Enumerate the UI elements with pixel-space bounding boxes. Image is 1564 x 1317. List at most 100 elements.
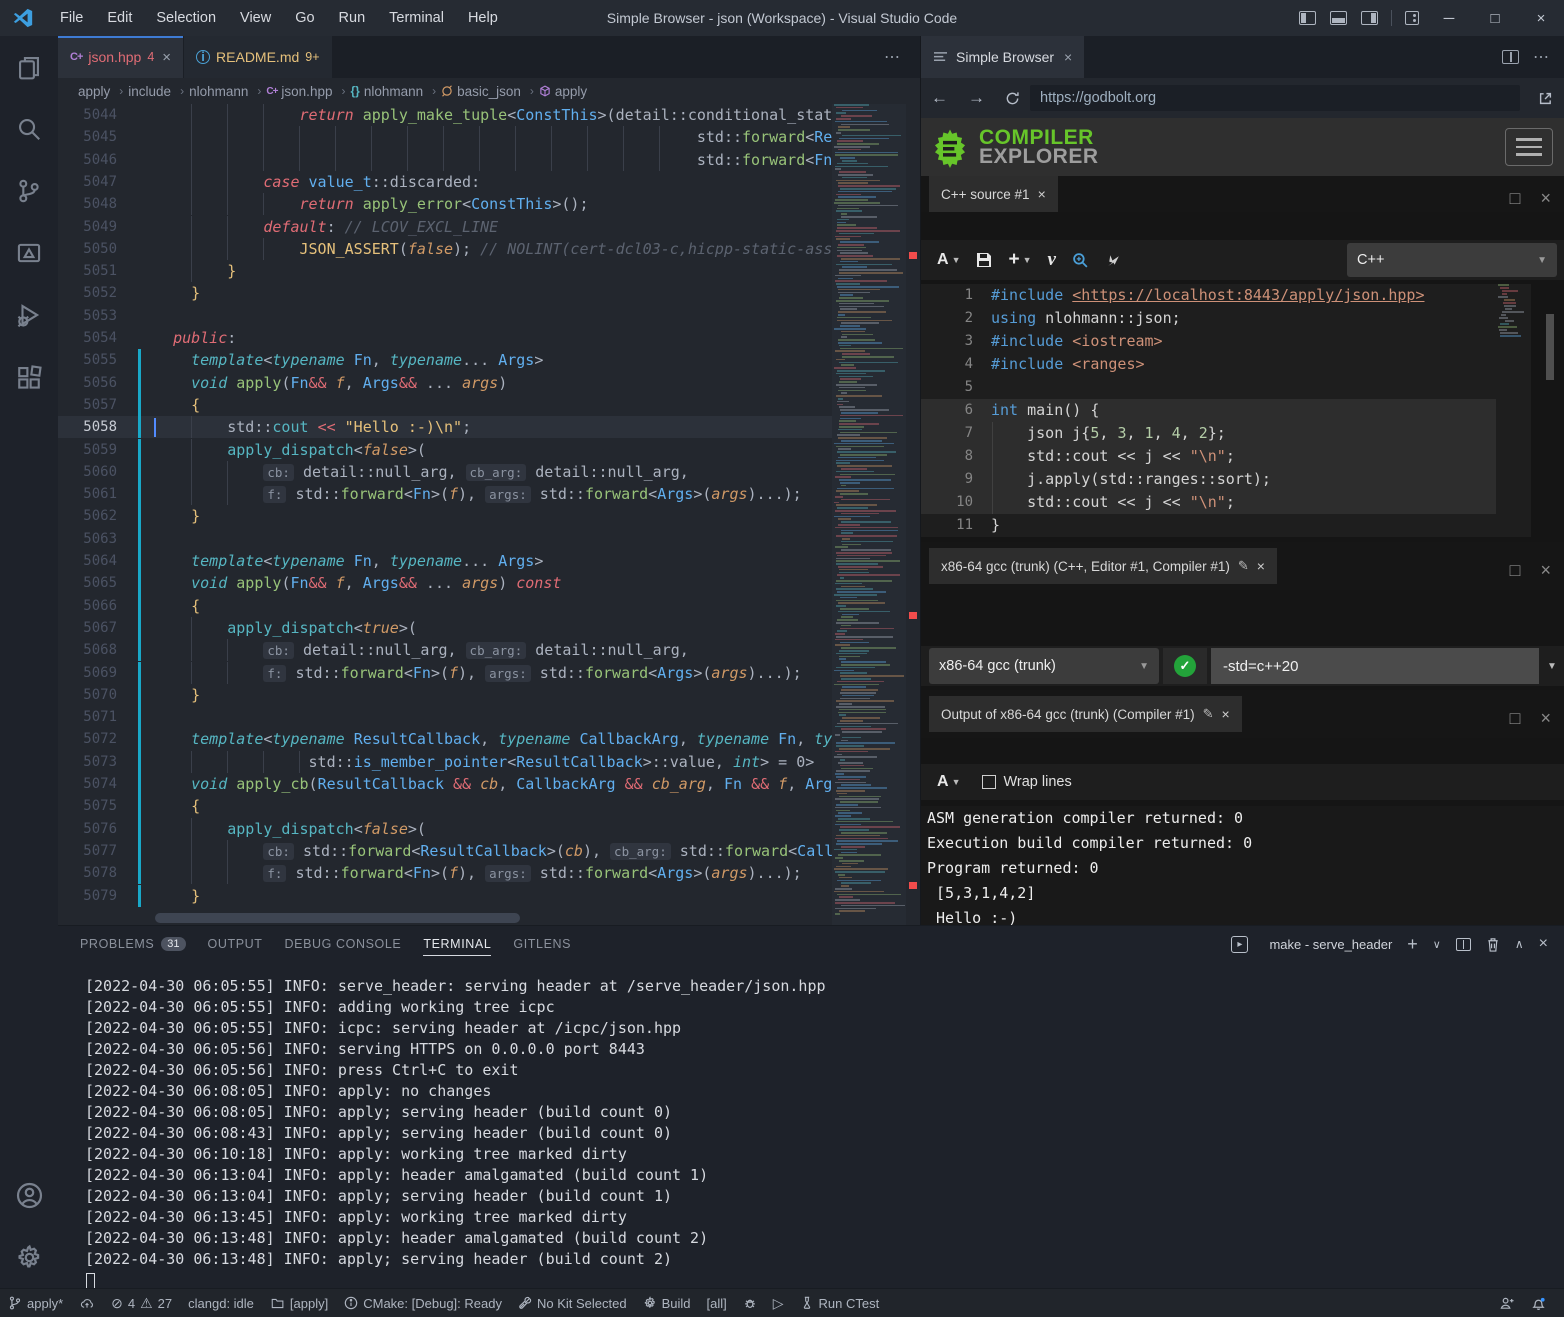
tab-README.md[interactable]: iREADME.md9+ bbox=[184, 36, 333, 78]
add-pane-icon[interactable]: +▼ bbox=[1008, 249, 1031, 271]
options-dropdown-icon[interactable]: ▼ bbox=[1539, 661, 1564, 672]
zoom-search-icon[interactable] bbox=[1072, 252, 1089, 269]
ce-scrollbar[interactable] bbox=[1546, 314, 1554, 380]
kill-terminal-icon[interactable] bbox=[1486, 937, 1500, 952]
more-actions-icon[interactable]: ⋯ bbox=[1533, 47, 1551, 67]
menu-help[interactable]: Help bbox=[456, 10, 510, 26]
status-run-ctest[interactable]: Run CTest bbox=[792, 1289, 888, 1317]
menu-edit[interactable]: Edit bbox=[95, 10, 144, 26]
tab-compiler[interactable]: x86-64 gcc (trunk) (C++, Editor #1, Comp… bbox=[929, 548, 1277, 584]
panel-tab-problems[interactable]: PROBLEMS31 bbox=[80, 926, 186, 962]
close-icon[interactable]: × bbox=[1257, 558, 1265, 574]
url-input[interactable]: https://godbolt.org bbox=[1030, 85, 1520, 111]
new-terminal-icon[interactable]: + bbox=[1407, 934, 1418, 955]
activity-search[interactable] bbox=[0, 98, 58, 160]
close-pane-icon[interactable]: × bbox=[1540, 708, 1551, 729]
panel-tab-debug-console[interactable]: DEBUG CONSOLE bbox=[285, 926, 402, 962]
minimap[interactable] bbox=[832, 104, 906, 925]
status-feedback[interactable] bbox=[1491, 1289, 1523, 1317]
status-clangd-idle[interactable]: clangd: idle bbox=[180, 1289, 262, 1317]
status-4[interactable]: ⊘4⚠27 bbox=[103, 1289, 180, 1317]
vim-mode-icon[interactable]: v bbox=[1048, 249, 1056, 271]
status-build[interactable]: Build bbox=[635, 1289, 699, 1317]
toggle-secondary-sidebar-icon[interactable] bbox=[1361, 11, 1378, 25]
close-panel-icon[interactable]: × bbox=[1539, 935, 1548, 953]
status--apply-[interactable]: [apply] bbox=[262, 1289, 336, 1317]
status-cmake-debug-ready[interactable]: CMake: [Debug]: Ready bbox=[336, 1289, 510, 1317]
close-icon[interactable]: × bbox=[1038, 186, 1046, 202]
activity-files[interactable] bbox=[0, 36, 58, 98]
tab-cpp-source[interactable]: C++ source #1 × bbox=[929, 176, 1058, 212]
customize-layout-icon[interactable] bbox=[1405, 11, 1419, 25]
panel-tab-output[interactable]: OUTPUT bbox=[208, 926, 263, 962]
rename-icon[interactable]: ✎ bbox=[1238, 558, 1249, 574]
font-size-icon[interactable]: A▼ bbox=[937, 773, 960, 791]
activity-settings[interactable] bbox=[0, 1226, 58, 1288]
status-bug[interactable] bbox=[735, 1289, 765, 1317]
menu-run[interactable]: Run bbox=[327, 10, 378, 26]
menu-selection[interactable]: Selection bbox=[144, 10, 228, 26]
breadcrumb-item-apply[interactable]: apply bbox=[78, 84, 110, 99]
minimize-button[interactable]: ─ bbox=[1426, 0, 1472, 36]
maximize-pane-icon[interactable]: □ bbox=[1510, 708, 1521, 729]
font-size-icon[interactable]: A▼ bbox=[937, 251, 960, 269]
compiler-options-input[interactable]: -std=c++20 bbox=[1211, 648, 1539, 684]
menu-view[interactable]: View bbox=[228, 10, 283, 26]
pin-bird-icon[interactable] bbox=[1105, 252, 1122, 269]
tab-output[interactable]: Output of x86-64 gcc (trunk) (Compiler #… bbox=[929, 696, 1242, 732]
status-play[interactable]: ▷ bbox=[765, 1289, 792, 1317]
terminal-dropdown-icon[interactable]: ∨ bbox=[1433, 938, 1441, 951]
close-button[interactable]: × bbox=[1518, 0, 1564, 36]
compiler-select[interactable]: x86-64 gcc (trunk)▼ bbox=[929, 648, 1159, 684]
maximize-button[interactable]: □ bbox=[1472, 0, 1518, 36]
rename-icon[interactable]: ✎ bbox=[1203, 706, 1214, 722]
breadcrumb-item-json.hpp[interactable]: C+json.hpp bbox=[266, 84, 332, 99]
terminal-output[interactable]: [2022-04-30 06:05:55] INFO: serve_header… bbox=[58, 962, 1564, 1289]
activity-source-control[interactable] bbox=[0, 160, 58, 222]
activity-extensions[interactable] bbox=[0, 346, 58, 408]
status-apply-[interactable]: apply* bbox=[0, 1289, 71, 1317]
maximize-panel-icon[interactable]: ∧ bbox=[1515, 937, 1524, 951]
status--all-[interactable]: [all] bbox=[699, 1289, 735, 1317]
activity-debug[interactable] bbox=[0, 284, 58, 346]
terminal-title[interactable]: make - serve_header bbox=[1269, 937, 1392, 952]
horizontal-scrollbar[interactable] bbox=[155, 913, 520, 923]
menu-file[interactable]: File bbox=[48, 10, 95, 26]
tab-simple-browser[interactable]: Simple Browser × bbox=[921, 36, 1084, 78]
status-bell[interactable] bbox=[1523, 1289, 1554, 1317]
close-icon[interactable]: × bbox=[1064, 49, 1072, 65]
tab-json.hpp[interactable]: C+json.hpp4× bbox=[58, 36, 184, 78]
breadcrumb-item-nlohmann[interactable]: nlohmann bbox=[189, 84, 248, 99]
close-icon[interactable]: × bbox=[1222, 706, 1230, 722]
activity-cmake[interactable] bbox=[0, 222, 58, 284]
menu-terminal[interactable]: Terminal bbox=[377, 10, 456, 26]
open-external-icon[interactable] bbox=[1538, 91, 1553, 106]
close-pane-icon[interactable]: × bbox=[1540, 560, 1551, 581]
breadcrumb-item-basic_json[interactable]: basic_json bbox=[441, 84, 521, 99]
status-no-kit-selected[interactable]: No Kit Selected bbox=[510, 1289, 635, 1317]
panel-tab-gitlens[interactable]: GITLENS bbox=[513, 926, 571, 962]
reload-icon[interactable] bbox=[1005, 91, 1020, 106]
code-editor[interactable]: 5044 return apply_make_tuple<ConstThis>(… bbox=[58, 104, 920, 925]
editor-actions-more-icon[interactable]: ⋯ bbox=[884, 36, 920, 78]
breadcrumb-item-apply[interactable]: apply bbox=[539, 84, 587, 99]
panel-tab-terminal[interactable]: TERMINAL bbox=[423, 926, 491, 962]
wrap-lines-checkbox[interactable] bbox=[982, 775, 996, 789]
split-terminal-icon[interactable] bbox=[1456, 938, 1471, 951]
menu-go[interactable]: Go bbox=[283, 10, 326, 26]
close-icon[interactable]: × bbox=[162, 49, 171, 66]
status-cloud[interactable] bbox=[71, 1289, 103, 1317]
breadcrumb-item-include[interactable]: include bbox=[128, 84, 171, 99]
language-select[interactable]: C++▼ bbox=[1347, 243, 1557, 277]
maximize-pane-icon[interactable]: □ bbox=[1510, 560, 1521, 581]
forward-icon[interactable]: → bbox=[968, 88, 985, 108]
toggle-sidebar-icon[interactable] bbox=[1299, 11, 1316, 25]
save-icon[interactable] bbox=[976, 252, 992, 268]
split-editor-icon[interactable] bbox=[1502, 50, 1519, 64]
compiler-explorer-logo[interactable]: COMPILEREXPLORER bbox=[929, 126, 1099, 168]
close-pane-icon[interactable]: × bbox=[1540, 188, 1551, 209]
maximize-pane-icon[interactable]: □ bbox=[1510, 188, 1521, 209]
ce-source-editor[interactable]: 1#include <https://localhost:8443/apply/… bbox=[921, 284, 1531, 537]
breadcrumb-item-nlohmann[interactable]: {}nlohmann bbox=[350, 84, 423, 99]
hamburger-menu-icon[interactable] bbox=[1505, 128, 1553, 166]
